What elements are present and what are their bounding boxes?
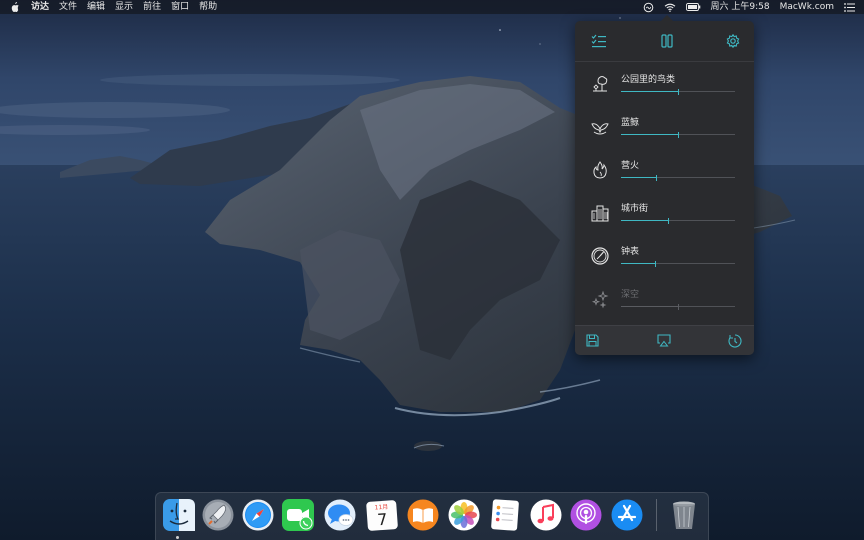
tree-bird-icon[interactable]: [589, 73, 611, 95]
facetime-icon[interactable]: [282, 499, 314, 531]
sound-row-city-street: 城市街: [575, 194, 754, 237]
music-icon[interactable]: [530, 499, 562, 531]
apple-logo-icon[interactable]: [10, 2, 20, 12]
checklist-icon[interactable]: [591, 34, 607, 48]
trash-icon[interactable]: [668, 499, 700, 531]
flame-icon[interactable]: [589, 159, 611, 181]
battery-icon[interactable]: [685, 3, 701, 11]
photos-icon[interactable]: [448, 499, 480, 531]
popover-bottom-toolbar: [575, 325, 754, 355]
desktop: 访达 文件 编辑 显示 前往 窗口 帮助 周六 上午9:58 MacWk.com: [0, 0, 864, 540]
sound-list: 公园里的鸟类 蓝鲸 营火 城市街 钟表 深空: [575, 62, 754, 326]
airplay-icon[interactable]: [656, 334, 671, 347]
calendar-day-label: 7: [377, 510, 388, 530]
slider-thumb[interactable]: [678, 304, 679, 310]
volume-slider-clock[interactable]: [621, 261, 735, 267]
settings-gear-icon[interactable]: [726, 34, 740, 48]
noizio-popover: 公园里的鸟类 蓝鲸 营火 城市街 钟表 深空: [575, 15, 754, 355]
menu-go[interactable]: 前往: [138, 0, 166, 14]
slider-fill: [621, 177, 656, 178]
podcasts-icon[interactable]: [570, 499, 602, 531]
launchpad-icon[interactable]: [202, 499, 234, 531]
calendar-icon[interactable]: 11月 7: [366, 499, 398, 531]
slider-thumb[interactable]: [668, 218, 669, 224]
wifi-icon[interactable]: [664, 3, 676, 12]
sound-label: 钟表: [621, 247, 640, 257]
app-store-icon[interactable]: [611, 499, 643, 531]
sound-label: 营火: [621, 161, 640, 171]
menu-bar-status-area: 周六 上午9:58 MacWk.com: [638, 0, 861, 14]
noizio-status-icon[interactable]: [643, 2, 654, 13]
sound-label: 深空: [621, 290, 640, 300]
pause-icon[interactable]: [660, 34, 674, 48]
volume-slider-deep-space[interactable]: [621, 304, 735, 310]
slider-fill: [621, 306, 678, 307]
slider-thumb[interactable]: [655, 261, 656, 267]
menu-bar-left: 访达 文件 编辑 显示 前往 窗口 帮助: [0, 0, 222, 14]
sound-label: 蓝鲸: [621, 118, 640, 128]
sound-row-clock: 钟表: [575, 237, 754, 280]
finder-running-indicator: [176, 536, 179, 539]
menu-window[interactable]: 窗口: [166, 0, 194, 14]
notification-list-icon[interactable]: [844, 2, 855, 12]
sound-row-blue-whale: 蓝鲸: [575, 108, 754, 151]
sound-row-park-birds: 公园里的鸟类: [575, 65, 754, 108]
volume-slider-park-birds[interactable]: [621, 89, 735, 95]
slider-fill: [621, 220, 668, 221]
messages-icon[interactable]: [324, 499, 356, 531]
menu-help[interactable]: 帮助: [194, 0, 222, 14]
menu-bar-clock[interactable]: 周六 上午9:58: [706, 0, 775, 14]
slider-thumb[interactable]: [678, 132, 679, 138]
sound-label: 公园里的鸟类: [621, 75, 676, 85]
popover-top-toolbar: [575, 21, 754, 62]
books-icon[interactable]: [407, 499, 439, 531]
menu-app-name[interactable]: 访达: [26, 0, 54, 14]
slider-thumb[interactable]: [678, 89, 679, 95]
safari-icon[interactable]: [242, 499, 274, 531]
sparkles-icon[interactable]: [589, 288, 611, 310]
reminders-icon[interactable]: [489, 499, 521, 531]
city-buildings-icon[interactable]: [589, 202, 611, 224]
slider-fill: [621, 263, 655, 264]
finder-icon[interactable]: [163, 499, 195, 531]
whale-tail-icon[interactable]: [589, 116, 611, 138]
clock-icon[interactable]: [589, 245, 611, 267]
sound-row-campfire: 营火: [575, 151, 754, 194]
volume-slider-blue-whale[interactable]: [621, 132, 735, 138]
dock-separator: [656, 499, 657, 531]
menu-bar: 访达 文件 编辑 显示 前往 窗口 帮助 周六 上午9:58 MacWk.com: [0, 0, 864, 14]
save-icon[interactable]: [586, 334, 599, 347]
menu-view[interactable]: 显示: [110, 0, 138, 14]
sound-label: 城市街: [621, 204, 649, 214]
menu-bar-site-label[interactable]: MacWk.com: [775, 0, 839, 14]
menu-edit[interactable]: 编辑: [82, 0, 110, 14]
slider-fill: [621, 134, 678, 135]
volume-slider-campfire[interactable]: [621, 175, 735, 181]
dock: 11月 7: [155, 492, 709, 540]
slider-fill: [621, 91, 678, 92]
volume-slider-city-street[interactable]: [621, 218, 735, 224]
sound-row-deep-space: 深空: [575, 280, 754, 323]
slider-thumb[interactable]: [656, 175, 657, 181]
timer-icon[interactable]: [728, 333, 742, 348]
menu-file[interactable]: 文件: [54, 0, 82, 14]
